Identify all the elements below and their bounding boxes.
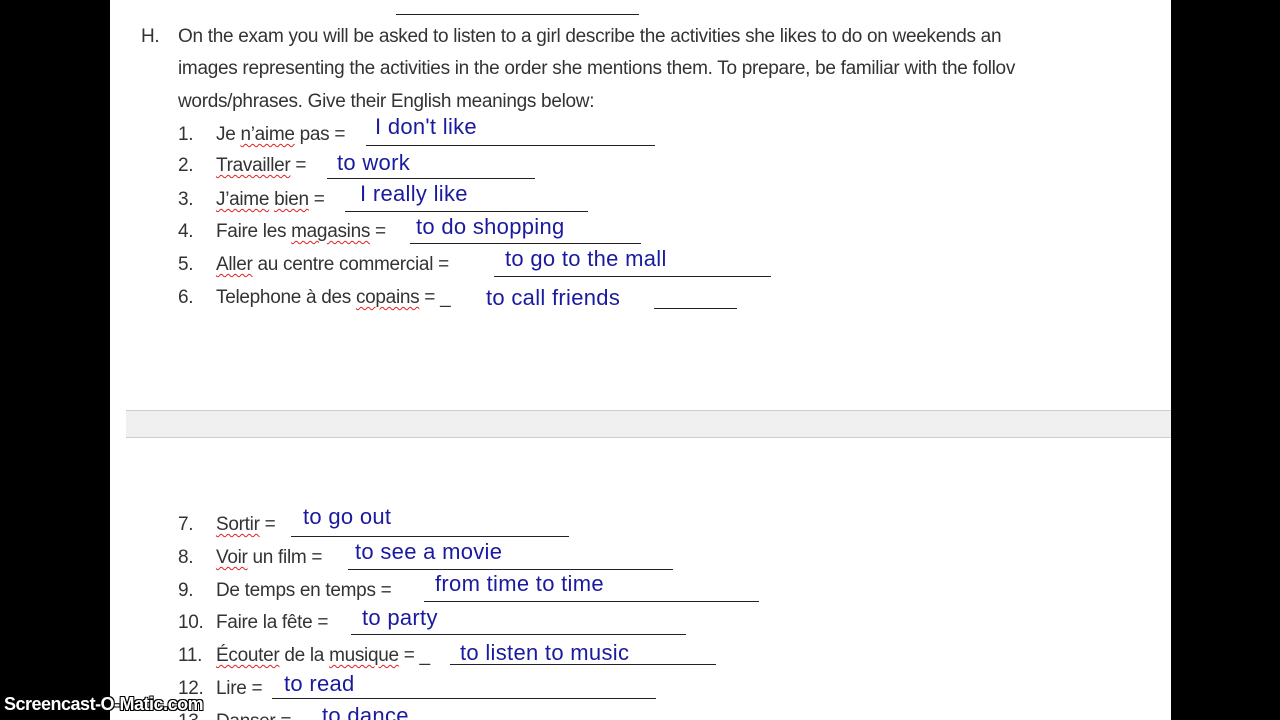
label-text: Je (216, 124, 241, 145)
misspelled-word: magasins (291, 221, 371, 242)
document-page: H. On the exam you will be asked to list… (110, 0, 1171, 720)
answer-line (410, 243, 641, 244)
item-number: 8. (178, 547, 194, 568)
answer-line (327, 178, 535, 179)
answer-line (272, 698, 656, 699)
answer-text[interactable]: to work (337, 150, 410, 176)
item-number: 3. (178, 189, 194, 210)
item-label: Écouter de la musique = _ (216, 645, 430, 667)
answer-line (450, 664, 716, 665)
misspelled-word: bien (274, 189, 309, 210)
item-number: 10. (178, 612, 204, 633)
item-number: 7. (178, 514, 194, 535)
blank-line (396, 14, 639, 15)
item-number: 2. (178, 155, 194, 176)
item-label: De temps en temps = (216, 580, 392, 602)
item-label: J’aime bien = (216, 189, 325, 211)
item-number: 5. (178, 254, 194, 275)
answer-text[interactable]: to go out (303, 504, 391, 530)
item-label: Sortir = (216, 514, 276, 536)
answer-text[interactable]: to call friends (486, 285, 620, 311)
item-label: Telephone à des copains = _ (216, 287, 451, 309)
misspelled-word: Aller (216, 254, 253, 275)
page-break (126, 410, 1171, 438)
label-text: = _ (419, 287, 451, 308)
answer-text[interactable]: to go to the mall (505, 246, 667, 272)
label-text: de la (279, 645, 330, 666)
answer-text[interactable]: from time to time (435, 571, 604, 597)
misspelled-word: Écouter (216, 645, 280, 666)
item-label: Faire la fête = (216, 612, 329, 634)
section-letter: H. (141, 26, 160, 47)
answer-text[interactable]: to read (284, 671, 355, 697)
item-label: Travailler = (216, 155, 306, 177)
answer-text[interactable]: to see a movie (355, 539, 502, 565)
misspelled-word: musique (329, 645, 399, 666)
answer-line (654, 308, 737, 309)
item-label: Je n’aime pas = (216, 124, 345, 146)
item-number: 1. (178, 124, 194, 145)
answer-line (366, 145, 655, 146)
item-label: Danser = (216, 711, 292, 720)
item-label: Voir un film = (216, 547, 322, 569)
item-number: 6. (178, 287, 194, 308)
answer-text[interactable]: to dance (322, 703, 409, 720)
item-label: Aller au centre commercial = (216, 254, 449, 276)
answer-line (348, 569, 673, 570)
intro-line: On the exam you will be asked to listen … (178, 26, 1002, 47)
label-text: au centre commercial = (252, 254, 449, 275)
misspelled-word: n’aime (240, 124, 295, 145)
intro-line: words/phrases. Give their English meanin… (178, 91, 595, 112)
item-number: 9. (178, 580, 194, 601)
misspelled-word: J’aime (216, 189, 270, 210)
item-label: Faire les magasins = (216, 221, 386, 243)
misspelled-word: Travailler (216, 155, 291, 176)
label-text: pas = (294, 124, 346, 145)
answer-line (291, 536, 569, 537)
answer-text[interactable]: I really like (360, 181, 468, 207)
label-text: Lire = (216, 678, 263, 699)
label-text: Telephone à des (216, 287, 356, 308)
label-text: = (308, 189, 325, 210)
item-number: 4. (178, 221, 194, 242)
label-text: De temps en temps = (216, 580, 392, 601)
label-text: = _ (398, 645, 430, 666)
item-number: 11. (178, 645, 203, 666)
label-text: Faire la fête = (216, 612, 329, 633)
answer-text[interactable]: to listen to music (460, 640, 629, 666)
answer-line (424, 601, 759, 602)
label-text: = (259, 514, 276, 535)
label-text: = (290, 155, 307, 176)
misspelled-word: Sortir (216, 514, 260, 535)
intro-line: images representing the activities in th… (178, 58, 1016, 79)
misspelled-word: copains (355, 287, 420, 308)
label-text: = (370, 221, 386, 242)
label-text: Danser = (216, 711, 292, 720)
answer-line (345, 211, 588, 212)
watermark: Screencast-O-Matic.com (4, 694, 204, 714)
item-label: Lire = (216, 678, 263, 700)
answer-line (494, 276, 771, 277)
answer-line (351, 634, 686, 635)
answer-text[interactable]: I don't like (375, 114, 477, 140)
answer-text[interactable]: to party (362, 605, 438, 631)
misspelled-word: Voir (216, 547, 248, 568)
label-text: Faire les (216, 221, 292, 242)
label-text: un film = (247, 547, 323, 568)
answer-text[interactable]: to do shopping (416, 214, 565, 240)
